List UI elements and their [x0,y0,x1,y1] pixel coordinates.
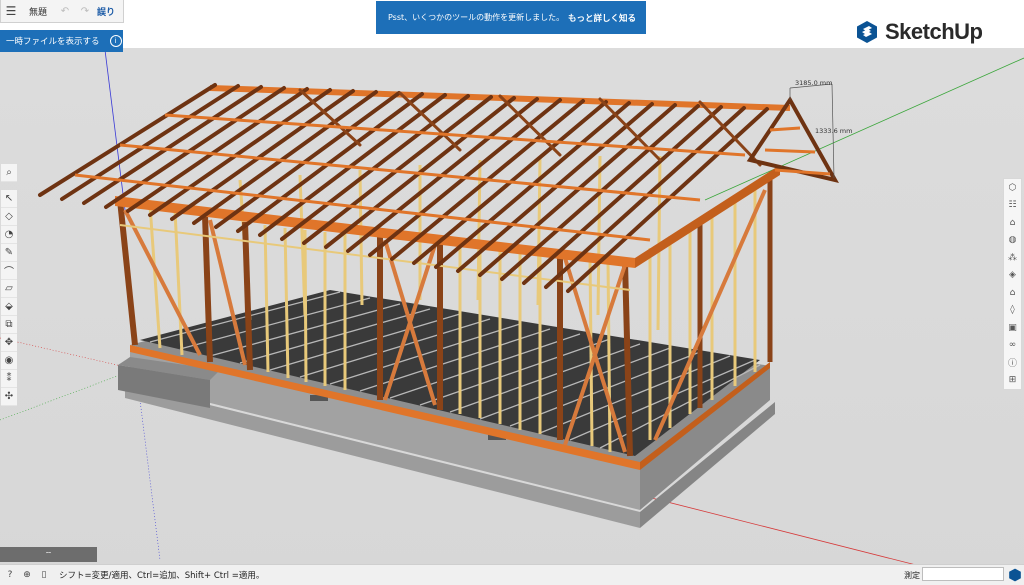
learn-more-button[interactable]: もっと詳しく知る [568,12,636,24]
shadows-icon[interactable]: ▣ [1004,319,1021,337]
outliner-icon[interactable]: ☷ [1004,197,1021,215]
paint-bucket-icon[interactable]: ◔ [1,226,17,244]
footprints-icon[interactable]: ⁑ [1,370,17,388]
axis-blue-dotted [139,399,161,561]
materials-icon[interactable]: ◍ [1004,232,1021,250]
info-icon[interactable]: ⓘ [1004,354,1021,372]
globe-icon[interactable]: ⊕ [20,568,34,582]
styles-icon[interactable]: ◈ [1004,267,1021,285]
file-title[interactable]: 無題 [21,5,55,18]
top-plate-side [635,165,780,268]
sketchup-small-logo-icon[interactable] [1008,568,1022,582]
components-icon[interactable]: ⁂ [1004,249,1021,267]
info-icon[interactable]: i [109,35,122,47]
tag-icon[interactable]: ◊ [1004,302,1021,320]
hamburger-icon[interactable]: ☰ [1,4,21,18]
file-toolbar: ☰ 無題 ↶ ↷ 誤り [0,0,124,23]
measure-input[interactable] [922,567,1004,581]
dimension-height-label: 1333.6 mm [815,127,852,135]
push-pull-icon[interactable]: ⬙ [1,298,17,316]
sketchup-logo: SketchUp [855,18,983,46]
search-icon[interactable]: ⌕ [1,164,17,182]
brand-name: SketchUp [885,19,983,44]
orbit-icon[interactable]: ✣ [1,388,17,406]
scenes-icon[interactable]: ⌂ [1004,284,1021,302]
cube-icon[interactable]: ⬡ [1004,179,1021,197]
sketchup-logo-icon [857,21,877,43]
incorrect-button[interactable]: 誤り [97,5,115,18]
axis-green-dotted [0,374,121,421]
axis-red-dotted [0,337,131,369]
dimension-length-label: 3185.0 mm [795,79,832,87]
axis-green [704,57,1024,201]
status-bar: ? ⊕ ▯ シフト=変更/適用、Ctrl=追加、Shift+ Ctrl =適用。… [0,564,1024,585]
pencil-icon[interactable]: ✎ [1,244,17,262]
left-toolbar: ⌕ ↖ ◇ ◔ ✎ ⌒ ▱ ⬙ ⧉ ✥ ◉ ⁑ ✣ [1,164,17,406]
notification-text: Psst、いくつかのツールの動作を更新しました。 [388,13,565,22]
arc-icon[interactable]: ⌒ [1,262,17,280]
undo-icon[interactable]: ↶ [55,6,75,17]
wifi-icon: ⌔ [44,549,53,559]
glasses-icon[interactable]: ∞ [1004,337,1021,355]
select-arrow-icon[interactable]: ↖ [1,190,17,208]
help-icon[interactable]: ? [3,568,17,582]
extension-icon[interactable]: ⊞ [1004,372,1021,390]
tape-measure-icon[interactable]: ◉ [1,352,17,370]
model-scene[interactable]: 3185.0 mm 1333.6 mm [0,0,1024,584]
redo-icon[interactable]: ↷ [75,6,95,17]
offset-icon[interactable]: ⧉ [1,316,17,334]
temp-file-banner[interactable]: 一時ファイルを表示する i [0,30,123,52]
model-viewport[interactable]: 3185.0 mm 1333.6 mm [0,0,1024,584]
update-notification: Psst、いくつかのツールの動作を更新しました。 もっと詳しく知る [376,1,646,34]
eraser-icon[interactable]: ◇ [1,208,17,226]
temp-file-label: 一時ファイルを表示する [6,37,100,47]
measure-label: 測定 [904,571,920,580]
mouse-icon: ▯ [41,570,47,580]
status-hint: シフト=変更/適用、Ctrl=追加、Shift+ Ctrl =適用。 [59,571,265,581]
move-icon[interactable]: ✥ [1,334,17,352]
right-panel-toolbar: ⬡ ☷ ⌂ ◍ ⁂ ◈ ⌂ ◊ ▣ ∞ ⓘ ⊞ [1003,178,1022,390]
rectangle-icon[interactable]: ▱ [1,280,17,298]
grad-cap-icon[interactable]: ⌂ [1004,214,1021,232]
tray-handle[interactable]: ⌔ [0,547,97,562]
